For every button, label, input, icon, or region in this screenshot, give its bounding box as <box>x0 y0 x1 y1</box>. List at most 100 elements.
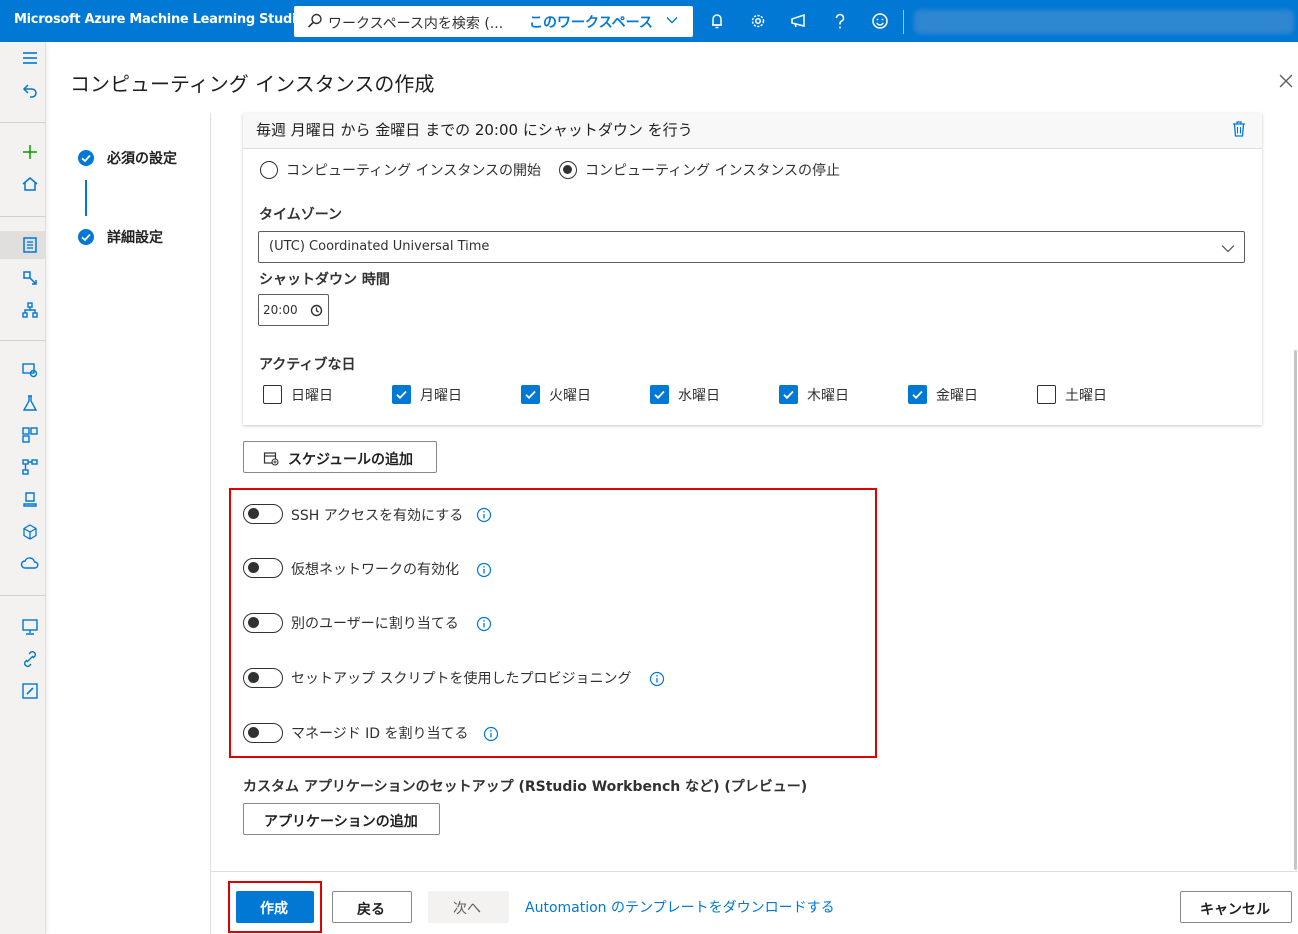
add-application-button[interactable]: アプリケーションの追加 <box>243 803 440 835</box>
checkbox-friday-label: 金曜日 <box>936 388 978 404</box>
info-icon[interactable] <box>476 562 492 578</box>
checkmark-icon <box>783 390 794 400</box>
notebook-icon[interactable] <box>20 235 40 255</box>
custom-apps-label: カスタム アプリケーションのセットアップ (RStudio Workbench … <box>243 779 808 795</box>
top-bar: Microsoft Azure Machine Learning Studio … <box>0 0 1298 42</box>
timezone-select[interactable]: (UTC) Coordinated Universal Time <box>258 231 1245 263</box>
search-box[interactable]: ワークスペース内を検索 (... このワークスペース <box>294 6 693 37</box>
checkbox-sunday[interactable] <box>263 385 282 404</box>
checkbox-thursday-label: 木曜日 <box>807 388 849 404</box>
linked-services-icon[interactable] <box>20 649 40 669</box>
toggle-ssh-access[interactable] <box>243 504 283 524</box>
step-required-settings[interactable]: 必須の設定 <box>107 148 177 168</box>
hamburger-icon[interactable] <box>20 48 40 68</box>
toggle-ssh-access-label: SSH アクセスを有効にする <box>291 508 464 524</box>
radio-stop-label: コンピューティング インスタンスの停止 <box>585 163 841 179</box>
next-label: 次へ <box>453 901 481 917</box>
home-icon[interactable] <box>20 174 40 194</box>
checkbox-monday-label: 月曜日 <box>420 388 462 404</box>
toggle-virtual-network[interactable] <box>243 558 283 578</box>
checkmark-icon <box>396 390 407 400</box>
left-nav <box>0 42 46 934</box>
checkbox-sunday-label: 日曜日 <box>291 388 333 404</box>
automl-icon[interactable] <box>20 268 40 288</box>
add-schedule-label: スケジュールの追加 <box>288 452 414 468</box>
scrollbar[interactable] <box>1294 350 1297 870</box>
designer-icon[interactable] <box>20 300 40 320</box>
data-icon[interactable] <box>20 360 40 380</box>
shutdown-time-value: 20:00 <box>263 303 298 317</box>
schedule-summary: 毎週 月曜日 から 金曜日 までの 20:00 にシャットダウン を行う <box>256 121 693 139</box>
toggle-managed-identity-label: マネージド ID を割り当てる <box>291 726 469 742</box>
info-icon[interactable] <box>476 507 492 523</box>
step-complete-icon <box>78 229 94 245</box>
chevron-down-icon <box>1221 245 1235 253</box>
checkbox-tuesday[interactable] <box>521 385 540 404</box>
search-icon <box>307 13 322 28</box>
shutdown-time-input[interactable]: 20:00 <box>258 294 329 326</box>
highlight-box-create <box>228 881 322 933</box>
timezone-label: タイムゾーン <box>259 207 343 223</box>
checkbox-saturday[interactable] <box>1037 385 1056 404</box>
step-advanced-settings[interactable]: 詳細設定 <box>107 227 163 247</box>
plus-icon[interactable] <box>20 142 40 162</box>
radio-start-instance[interactable] <box>260 161 278 179</box>
search-scope-dropdown[interactable]: このワークスペース <box>529 12 653 32</box>
info-icon[interactable] <box>649 671 665 687</box>
app-title[interactable]: Microsoft Azure Machine Learning Studio <box>14 12 305 27</box>
checkbox-thursday[interactable] <box>779 385 798 404</box>
endpoints-icon[interactable] <box>20 522 40 542</box>
pipelines-icon[interactable] <box>20 425 40 445</box>
add-application-label: アプリケーションの追加 <box>264 814 418 830</box>
info-icon[interactable] <box>476 616 492 632</box>
cancel-button[interactable]: キャンセル <box>1180 891 1292 923</box>
checkbox-friday[interactable] <box>908 385 927 404</box>
toggle-setup-script[interactable] <box>243 668 283 688</box>
models-icon[interactable] <box>20 490 40 510</box>
account-info[interactable] <box>914 10 1294 34</box>
nav-separator <box>0 340 46 341</box>
environments-icon[interactable] <box>20 457 40 477</box>
schedule-card: 毎週 月曜日 から 金曜日 までの 20:00 にシャットダウン を行う コンピ… <box>243 113 1262 425</box>
active-days-label: アクティブな日 <box>259 357 356 373</box>
panel-title: コンピューティング インスタンスの作成 <box>70 72 435 96</box>
info-icon[interactable] <box>483 726 499 742</box>
cloud-icon[interactable] <box>20 554 40 574</box>
back-button[interactable]: 戻る <box>332 891 412 923</box>
search-input[interactable]: ワークスペース内を検索 (... <box>328 13 503 33</box>
chevron-down-icon <box>666 17 678 24</box>
calendar-add-icon <box>263 452 279 466</box>
compute-icon[interactable] <box>20 617 40 637</box>
trash-icon[interactable] <box>1231 120 1247 138</box>
labeling-icon[interactable] <box>20 681 40 701</box>
checkbox-tuesday-label: 火曜日 <box>549 388 591 404</box>
footer-divider <box>211 871 1298 872</box>
help-icon[interactable] <box>830 11 850 31</box>
megaphone-icon[interactable] <box>789 11 809 31</box>
toggle-assign-user[interactable] <box>243 613 283 633</box>
checkbox-saturday-label: 土曜日 <box>1065 388 1107 404</box>
checkbox-wednesday[interactable] <box>650 385 669 404</box>
step-connector <box>85 180 87 216</box>
back-arrow-icon[interactable] <box>20 80 40 100</box>
top-bar-separator <box>903 10 904 34</box>
radio-start-label: コンピューティング インスタンスの開始 <box>286 163 542 179</box>
checkbox-monday[interactable] <box>392 385 411 404</box>
checkmark-icon <box>525 390 536 400</box>
bell-icon[interactable] <box>707 11 727 31</box>
radio-stop-instance[interactable] <box>559 161 577 179</box>
experiments-icon[interactable] <box>20 393 40 413</box>
steps-divider <box>210 113 211 934</box>
clock-icon[interactable] <box>310 304 323 317</box>
add-schedule-button[interactable]: スケジュールの追加 <box>243 441 437 473</box>
toggle-managed-identity[interactable] <box>243 723 283 743</box>
next-button[interactable]: 次へ <box>428 891 509 923</box>
smiley-icon[interactable] <box>870 11 890 31</box>
checkmark-icon <box>912 390 923 400</box>
download-template-link[interactable]: Automation のテンプレートをダウンロードする <box>525 897 835 917</box>
step-complete-icon <box>78 150 94 166</box>
close-icon[interactable] <box>1278 73 1294 89</box>
gear-icon[interactable] <box>748 11 768 31</box>
checkbox-wednesday-label: 水曜日 <box>678 388 720 404</box>
schedule-card-header[interactable]: 毎週 月曜日 から 金曜日 までの 20:00 にシャットダウン を行う <box>243 113 1262 149</box>
